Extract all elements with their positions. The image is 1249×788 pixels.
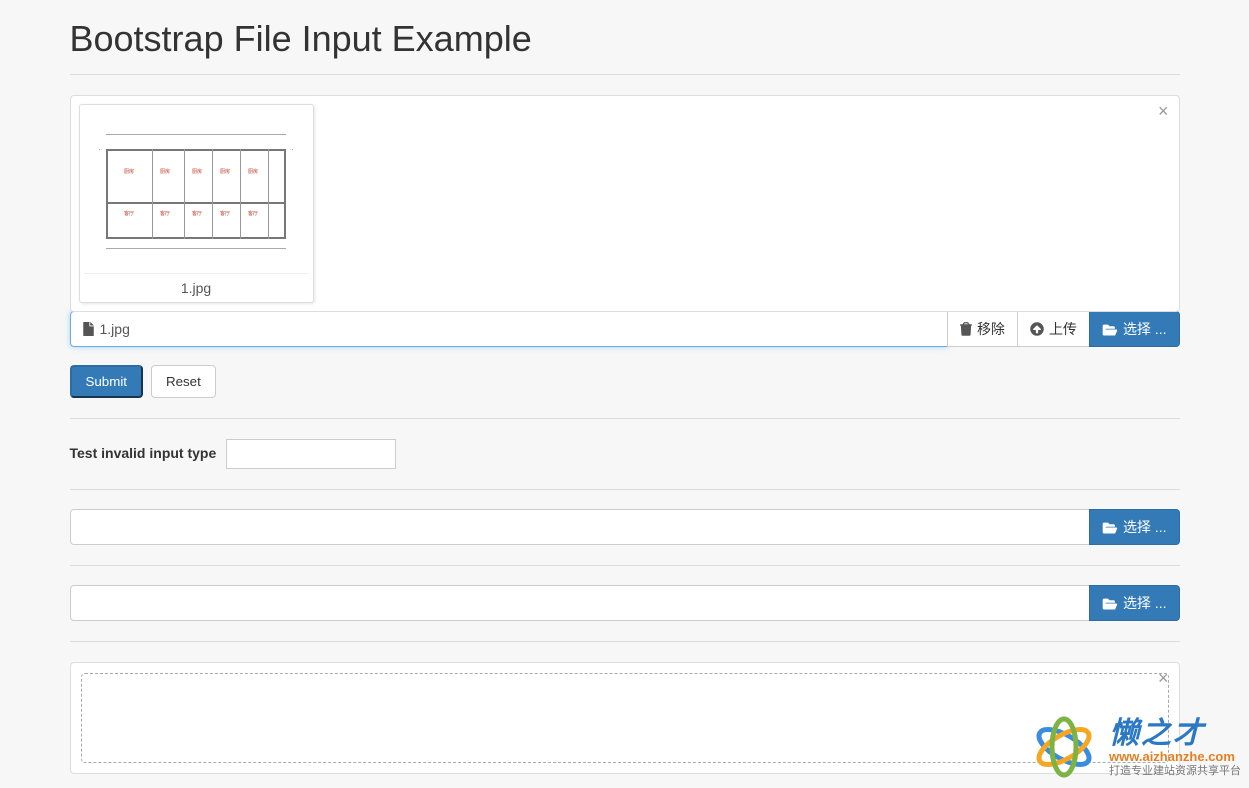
browse-button-2[interactable]: 选择 ... (1089, 509, 1180, 545)
invalid-input-field[interactable] (226, 439, 396, 469)
invalid-input-label: Test invalid input type (70, 445, 217, 461)
thumbnail-caption: 1.jpg (84, 273, 309, 298)
dropzone-panel: × (70, 662, 1180, 774)
remove-button[interactable]: 移除 (947, 311, 1018, 347)
file-caption-input[interactable]: 1.jpg (70, 311, 948, 347)
upload-button[interactable]: 上传 (1017, 311, 1090, 347)
upload-icon (1030, 322, 1044, 336)
file-thumbnail[interactable]: 厨房 厨房 厨房 厨房 厨房 客厅 客厅 客厅 客厅 客厅 1.jpg (79, 104, 314, 303)
file-caption-text: 1.jpg (100, 321, 130, 337)
page-title: Bootstrap File Input Example (70, 0, 1180, 74)
folder-open-icon (1102, 521, 1118, 534)
folder-open-icon (1102, 323, 1118, 336)
preview-panel: × 厨房 厨 (70, 95, 1180, 312)
submit-button[interactable]: Submit (70, 365, 143, 398)
close-icon[interactable]: × (1158, 102, 1169, 120)
reset-button[interactable]: Reset (151, 365, 216, 398)
browse-button[interactable]: 选择 ... (1089, 311, 1180, 347)
folder-open-icon (1102, 597, 1118, 610)
dropzone-area[interactable] (81, 673, 1169, 763)
thumbnail-image: 厨房 厨房 厨房 厨房 厨房 客厅 客厅 客厅 客厅 客厅 (84, 109, 309, 269)
file-caption-input-2[interactable] (70, 509, 1090, 545)
file-caption-input-3[interactable] (70, 585, 1090, 621)
close-icon[interactable]: × (1158, 669, 1169, 687)
file-icon (83, 322, 94, 336)
trash-icon (960, 322, 972, 336)
browse-button-3[interactable]: 选择 ... (1089, 585, 1180, 621)
